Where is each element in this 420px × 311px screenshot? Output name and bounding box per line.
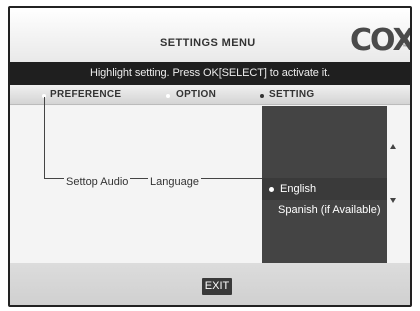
setting-option-english[interactable]: English [262,178,387,200]
column-setting: SETTING [269,89,315,100]
column-header-bar: PREFERENCE OPTION SETTING [10,85,410,105]
setting-dot-icon [260,94,264,98]
preference-item-settop-audio[interactable]: Settop Audio [64,176,131,188]
setting-option-spanish[interactable]: Spanish (if Available) [262,199,387,221]
exit-button[interactable]: EXIT [202,278,232,295]
page-title: SETTINGS MENU [160,37,256,49]
column-option: OPTION [176,89,217,100]
setting-option-label: Spanish (if Available) [278,204,381,216]
scroll-down-arrow-icon[interactable] [390,198,396,203]
footer: EXIT [10,263,410,305]
setting-option-label: English [280,183,317,195]
trademark-mark: ™ [402,44,407,50]
setting-options-panel: English Spanish (if Available) [262,106,387,263]
scroll-up-arrow-icon[interactable] [390,144,396,149]
instruction-bar: Highlight setting. Press OK[SELECT] to a… [10,62,410,85]
settings-menu-screen: SETTINGS MENU COX ™ Highlight setting. P… [8,6,412,307]
cox-logo: COX [350,23,412,58]
option-item-language[interactable]: Language [148,176,201,188]
column-preference: PREFERENCE [50,89,122,100]
header: SETTINGS MENU COX ™ [10,8,410,62]
option-dot-icon [166,94,170,98]
selected-dot-icon [269,187,274,192]
menu-content: Settop Audio Language English Spanish (i… [10,97,410,263]
tree-line-vertical [44,97,45,178]
